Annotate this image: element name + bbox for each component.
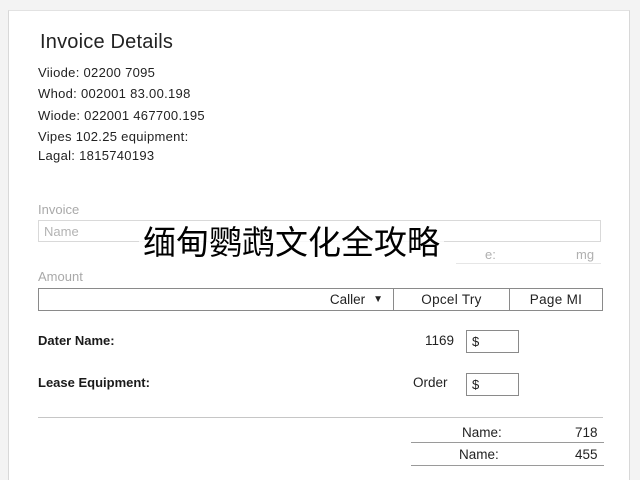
summary-label: Name: [462, 425, 502, 440]
info-line: Vipes 102.25 equipment: [38, 129, 189, 144]
caller-label: Caller [329, 292, 366, 307]
summary-value: 455 [575, 447, 598, 462]
chevron-down-icon: ▼ [373, 294, 383, 305]
faint-field-label: e: [485, 247, 496, 262]
info-line: Whod: 002001 83.00.198 [38, 86, 191, 101]
summary-value: 718 [575, 425, 598, 440]
info-line: Lagal: 1815740193 [38, 148, 155, 163]
overlay-banner-text: 缅甸鹦鹉文化全攻略 [139, 224, 444, 262]
lease-order-value: Order [413, 375, 448, 390]
currency-symbol: $ [472, 377, 480, 392]
section-divider [38, 417, 603, 418]
amount-section-label: Amount [38, 269, 83, 284]
faint-unit-label: mg [576, 247, 595, 262]
dater-amount-input[interactable]: $ [466, 330, 519, 353]
caller-dropdown[interactable]: Caller ▼ [39, 289, 393, 310]
invoice-panel: Invoice Details Viiode: 02200 7095 Whod:… [8, 10, 630, 480]
summary-divider [411, 442, 604, 443]
faint-underline [456, 263, 601, 264]
summary-label: Name: [459, 447, 499, 462]
lease-amount-input[interactable]: $ [466, 373, 519, 396]
amount-toolbar: Caller ▼ Opcel Try Page MI [38, 288, 603, 311]
page-mi-button[interactable]: Page MI [509, 289, 602, 310]
page-title: Invoice Details [40, 31, 174, 53]
lease-equipment-label: Lease Equipment: [38, 375, 150, 390]
dater-name-value: 1169 [425, 333, 455, 348]
summary-divider [411, 465, 604, 466]
info-line: Wiode: 022001 467700.195 [38, 108, 205, 123]
dater-name-label: Dater Name: [38, 333, 115, 348]
info-line: Viiode: 02200 7095 [38, 65, 156, 80]
invoice-section-label: Invoice [38, 202, 80, 217]
currency-symbol: $ [472, 334, 480, 349]
opcel-try-button[interactable]: Opcel Try [393, 289, 509, 310]
